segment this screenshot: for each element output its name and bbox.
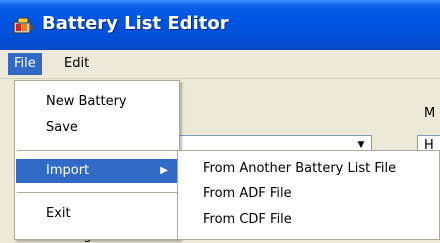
menu-item-import[interactable]: Import ▶ bbox=[16, 159, 178, 183]
menu-file[interactable]: File bbox=[8, 53, 42, 75]
menu-item-save[interactable]: Save bbox=[16, 117, 178, 139]
submenu-arrow-icon: ▶ bbox=[160, 165, 168, 176]
menu-item-label: Exit bbox=[46, 206, 71, 221]
submenu-item-from-cdf[interactable]: From CDF File bbox=[203, 210, 292, 230]
window-title: Battery List Editor bbox=[42, 13, 229, 34]
submenu-item-from-battery-list[interactable]: From Another Battery List File bbox=[203, 159, 396, 179]
background-label: M bbox=[424, 106, 436, 121]
menu-item-label: Import bbox=[46, 163, 90, 178]
file-menu-dropdown: New Battery Save Import ▶ Exit bbox=[14, 80, 180, 240]
menu-edit[interactable]: Edit bbox=[58, 53, 95, 75]
menu-item-exit[interactable]: Exit bbox=[16, 203, 178, 225]
menu-separator bbox=[17, 192, 177, 193]
battery-icon bbox=[12, 14, 36, 38]
title-bar[interactable]: Battery List Editor bbox=[0, 0, 440, 50]
menu-item-new-battery[interactable]: New Battery bbox=[16, 91, 178, 113]
import-submenu: From Another Battery List File From ADF … bbox=[177, 150, 440, 240]
menu-separator bbox=[17, 150, 177, 151]
menu-bar: File Edit bbox=[0, 50, 440, 79]
menu-item-label: New Battery bbox=[46, 94, 127, 109]
menu-item-label: Save bbox=[46, 120, 78, 135]
submenu-item-from-adf[interactable]: From ADF File bbox=[203, 184, 292, 204]
